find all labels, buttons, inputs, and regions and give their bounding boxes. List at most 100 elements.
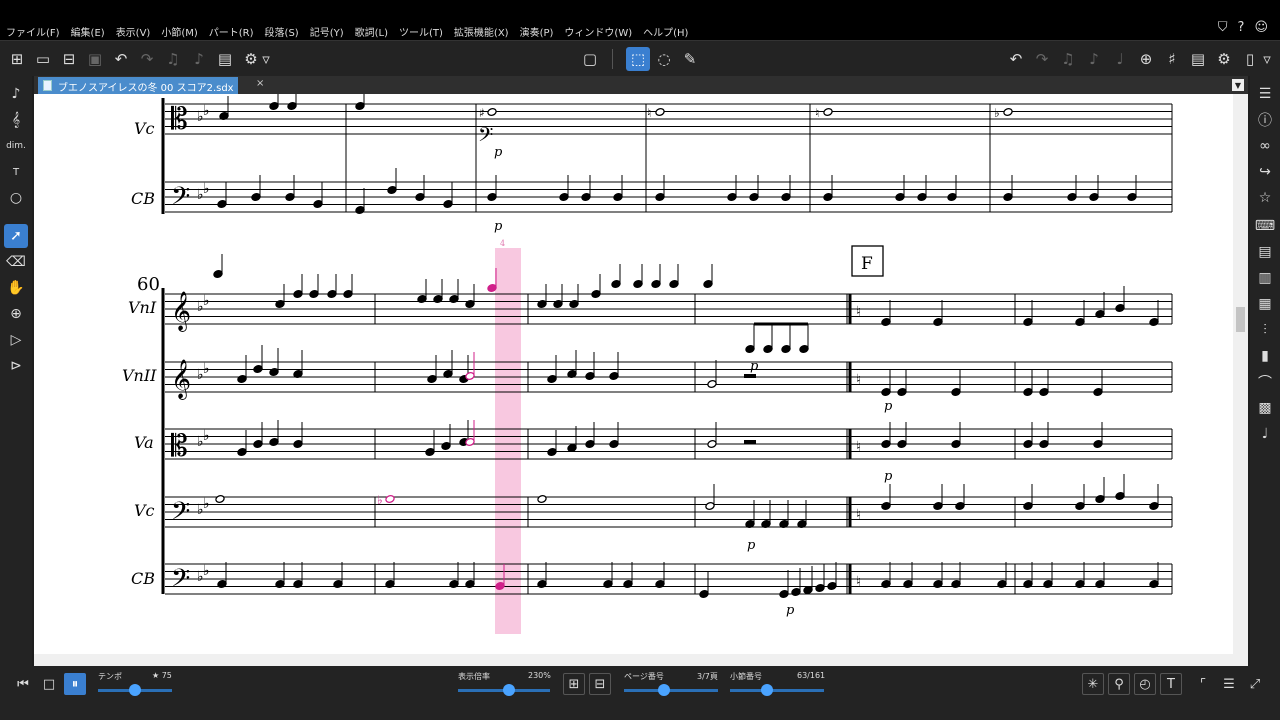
save-icon[interactable]: ⊟ [57, 47, 81, 71]
book-icon[interactable]: ▯ [1238, 47, 1262, 71]
horizontal-scrollbar[interactable] [34, 654, 1248, 666]
redo-right-icon[interactable]: ↷ [1030, 47, 1054, 71]
menu-extensions[interactable]: 拡張機能(X) [454, 24, 509, 39]
document-tab[interactable]: ブエノスアイレスの冬 00 スコア2.sdx [38, 77, 238, 94]
menu-file[interactable]: ファイル(F) [6, 24, 60, 39]
guitar-icon[interactable]: ♩ [1253, 422, 1277, 446]
menu-paragraph[interactable]: 段落(S) [265, 24, 299, 39]
menu-play[interactable]: 演奏(P) [520, 24, 554, 39]
text-layout-icon[interactable]: T [1160, 673, 1182, 695]
info-icon[interactable]: ⓘ [1253, 108, 1277, 132]
search-icon[interactable]: ⚲ [1108, 673, 1130, 695]
clipboard-icon[interactable]: ▤ [213, 47, 237, 71]
list-view-icon[interactable]: ☰ [1218, 673, 1240, 695]
new-file-icon[interactable]: ⊞ [5, 47, 29, 71]
sparkle-icon[interactable]: ✳ [1082, 673, 1104, 695]
key-signature: ♭ [203, 181, 210, 197]
redo-icon[interactable]: ↷ [135, 47, 159, 71]
account-icon[interactable]: ☺ [1254, 20, 1268, 35]
rest-input-icon[interactable]: ♪ [187, 47, 211, 71]
panel-icon[interactable]: ▤ [1253, 240, 1277, 264]
menu-lyrics[interactable]: 歌詞(L) [355, 24, 388, 39]
save-as-icon[interactable]: ▣ [83, 47, 107, 71]
key-signature-natural: ♮ [856, 574, 861, 590]
grace-note-icon[interactable]: ♩ [1108, 47, 1132, 71]
piano-icon[interactable]: ▮ [1253, 344, 1277, 368]
keyboard-icon[interactable]: ⌨ [1253, 214, 1277, 238]
select-frame-icon[interactable]: ▢ [578, 47, 602, 71]
zoom-slider-knob[interactable] [502, 684, 515, 696]
menu-measure[interactable]: 小節(M) [161, 24, 197, 39]
share-icon[interactable]: ↪ [1253, 160, 1277, 184]
score-svg[interactable]: 4 Vc CB 𝄡 𝄢 ♭ ♭ ♭ ♭ 𝄢 ♯ ♮ ♮ ♭ p p 60 F VnI VnII Va Vc CB 𝄞 𝄞 𝄡 𝄢 𝄢 ♭… [34, 94, 1234, 654]
notes-panel-icon[interactable]: ▥ [1253, 266, 1277, 290]
menu-view[interactable]: 表示(V) [116, 24, 151, 39]
page-slider-knob[interactable] [658, 684, 671, 696]
tempo-slider-knob[interactable] [129, 684, 141, 696]
graph-icon[interactable]: ⌒ [1253, 370, 1277, 394]
dropdown-arrow-icon[interactable]: ▿ [259, 47, 273, 71]
hand-icon[interactable]: ✋ [4, 276, 28, 300]
mixer-icon[interactable]: ⫶ [1253, 318, 1277, 342]
note-head [537, 495, 547, 503]
grid-icon[interactable]: ▩ [1253, 396, 1277, 420]
timer-icon[interactable]: ◴ [1134, 673, 1156, 695]
accidental: ♭ [994, 106, 1000, 120]
hamburger-menu-icon[interactable]: ☰ [1253, 82, 1277, 106]
clef-icon[interactable]: 𝄞 [4, 108, 28, 132]
tab-close-icon[interactable]: × [256, 78, 264, 89]
play-from-icon[interactable]: ⊳ [4, 354, 28, 378]
rewind-icon[interactable]: ⏮ [12, 673, 34, 695]
score-canvas[interactable]: 4 Vc CB 𝄡 𝄢 ♭ ♭ ♭ ♭ 𝄢 ♯ ♮ ♮ ♭ p p 60 F VnI VnII Va Vc CB 𝄞 𝄞 𝄡 𝄢 𝄢 ♭… [34, 94, 1248, 654]
menu-symbol[interactable]: 記号(Y) [310, 24, 344, 39]
note-pen-icon[interactable]: ♪ [4, 82, 28, 106]
measure-slider-track[interactable] [730, 689, 824, 692]
menu-help[interactable]: ヘルプ(H) [643, 24, 688, 39]
fullscreen-icon[interactable]: ⤢ [1244, 673, 1266, 695]
pause-icon[interactable]: ⏸ [64, 673, 86, 695]
undo-icon[interactable]: ↶ [109, 47, 133, 71]
measure-slider-knob[interactable] [760, 684, 773, 696]
open-folder-icon[interactable]: ▭ [31, 47, 55, 71]
accidental-icon[interactable]: ♯ [1160, 47, 1184, 71]
text-tool-icon[interactable]: T [4, 160, 28, 184]
menu-part[interactable]: パート(R) [209, 24, 254, 39]
pointer-icon[interactable]: ➚ [4, 224, 28, 248]
undo-right-icon[interactable]: ↶ [1004, 47, 1028, 71]
eraser-icon[interactable]: ⌫ [4, 250, 28, 274]
note-input-icon[interactable]: ♫ [161, 47, 185, 71]
note-right-icon[interactable]: ♫ [1056, 47, 1080, 71]
help-icon[interactable]: ? [1238, 20, 1245, 35]
note-head [655, 108, 665, 116]
play-cursor-icon[interactable]: ▷ [4, 328, 28, 352]
dynamics-icon[interactable]: dim. [4, 134, 28, 158]
list-icon[interactable]: ▤ [1186, 47, 1210, 71]
chord-icon[interactable]: ⊕ [1134, 47, 1158, 71]
rest-right-icon[interactable]: ♪ [1082, 47, 1106, 71]
shape-tool-icon[interactable]: ○ [4, 186, 28, 210]
shield-icon[interactable]: ⛉ [1218, 20, 1228, 35]
instrument-label-vc: Vc [134, 119, 155, 138]
gear-icon[interactable]: ⚙ [1212, 47, 1236, 71]
instrument-panel-icon[interactable]: ▦ [1253, 292, 1277, 316]
glasses-icon[interactable]: ∞ [1253, 134, 1277, 158]
page-slider-track[interactable] [624, 689, 718, 692]
fit-width-icon[interactable]: ⊟ [589, 673, 611, 695]
menu-tools[interactable]: ツール(T) [399, 24, 443, 39]
menu-edit[interactable]: 編集(E) [71, 24, 105, 39]
vertical-scroll-thumb[interactable] [1236, 307, 1245, 332]
stop-icon[interactable]: □ [38, 673, 60, 695]
zoom-icon[interactable]: ⊕ [4, 302, 28, 326]
star-icon[interactable]: ☆ [1253, 186, 1277, 210]
menu-window[interactable]: ウィンドウ(W) [564, 24, 632, 39]
toolbar-more-icon[interactable]: ▿ [1260, 47, 1274, 71]
document-icon [43, 80, 52, 91]
pen-select-icon[interactable]: ✎ [678, 47, 702, 71]
rect-select-icon[interactable]: ⬚ [626, 47, 650, 71]
vertical-scrollbar[interactable] [1233, 94, 1248, 654]
corner-icon[interactable]: ⌜ [1192, 673, 1214, 695]
fit-page-icon[interactable]: ⊞ [563, 673, 585, 695]
dynamic-marking: p [494, 219, 503, 234]
lasso-select-icon[interactable]: ◌ [652, 47, 676, 71]
tab-list-dropdown-icon[interactable]: ▼ [1232, 79, 1244, 91]
